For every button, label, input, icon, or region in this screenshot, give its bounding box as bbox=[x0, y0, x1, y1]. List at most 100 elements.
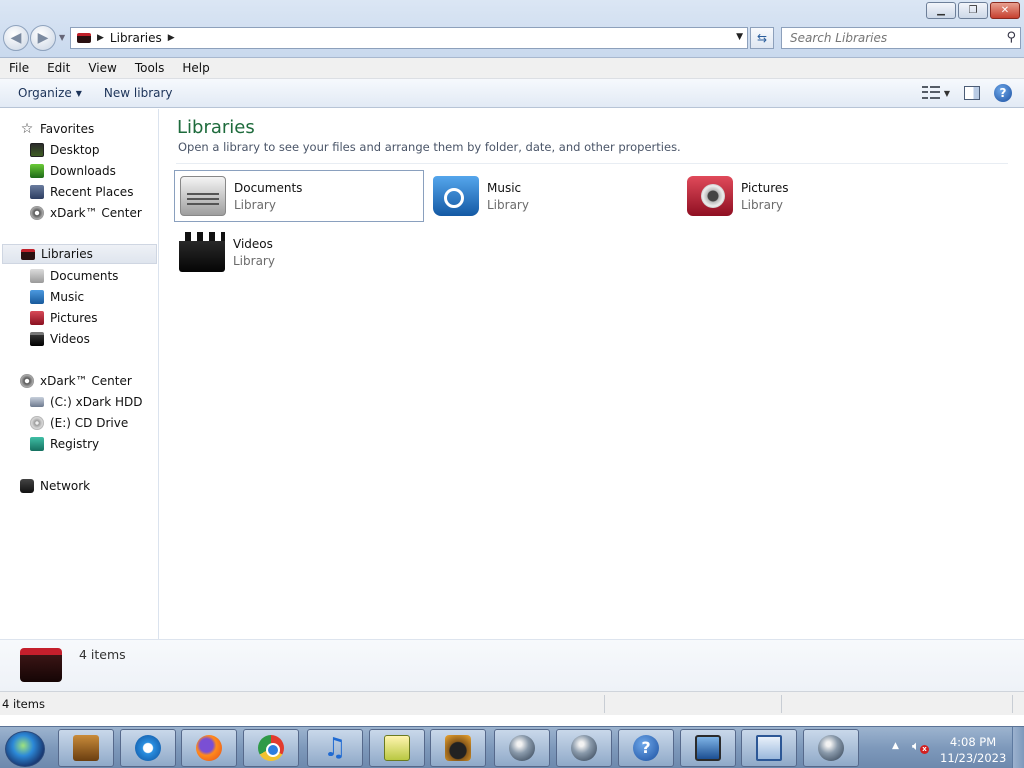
taskbar-chrome[interactable] bbox=[243, 729, 299, 767]
chevron-down-icon[interactable]: ▼ bbox=[944, 89, 950, 98]
nav-xdark-center-favorite[interactable]: xDark™ Center bbox=[30, 203, 142, 223]
taskbar-globe-app-2[interactable] bbox=[556, 729, 612, 767]
libraries-icon bbox=[77, 33, 91, 43]
details-pane: 4 items bbox=[0, 639, 1024, 691]
documents-library-icon bbox=[180, 176, 226, 216]
menu-file[interactable]: File bbox=[0, 61, 38, 75]
status-bar: 4 items bbox=[0, 691, 1024, 715]
status-divider bbox=[604, 695, 605, 713]
nav-documents[interactable]: Documents bbox=[30, 266, 118, 286]
library-pictures[interactable]: Pictures Library bbox=[682, 170, 932, 222]
restore-icon: ❐ bbox=[968, 5, 978, 16]
library-name: Pictures bbox=[741, 180, 789, 195]
library-type: Library bbox=[741, 197, 783, 212]
window-controls: ▁ ❐ ✕ bbox=[926, 2, 1020, 19]
nav-c-drive[interactable]: (C:) xDark HDD bbox=[30, 392, 143, 412]
library-name: Music bbox=[487, 180, 522, 195]
search-input[interactable] bbox=[782, 28, 992, 48]
new-library-button[interactable]: New library bbox=[100, 86, 191, 100]
taskbar-notepad[interactable] bbox=[369, 729, 425, 767]
nav-pictures[interactable]: Pictures bbox=[30, 308, 98, 328]
breadcrumb-chevron-icon[interactable]: ▶ bbox=[168, 33, 175, 43]
window-icon bbox=[756, 735, 782, 761]
nav-item-label: Downloads bbox=[50, 164, 116, 178]
xdark-center-icon bbox=[30, 206, 44, 220]
help-icon: ? bbox=[633, 735, 659, 761]
minimize-button[interactable]: ▁ bbox=[926, 2, 956, 19]
recent-pages-dropdown[interactable]: ▼ bbox=[59, 33, 65, 42]
navigation-pane: ☆ Favorites Desktop Downloads Recent Pla… bbox=[0, 109, 159, 639]
nav-music[interactable]: Music bbox=[30, 287, 84, 307]
resize-grip[interactable] bbox=[1012, 695, 1013, 713]
taskbar-globe-app-3[interactable] bbox=[803, 729, 859, 767]
taskbar-help[interactable]: ? bbox=[618, 729, 674, 767]
organize-button[interactable]: Organize ▼ bbox=[0, 86, 100, 100]
taskbar-globe-app-1[interactable] bbox=[494, 729, 550, 767]
back-button[interactable]: ◀ bbox=[3, 25, 29, 51]
nav-downloads[interactable]: Downloads bbox=[30, 161, 116, 181]
nav-item-label: Documents bbox=[50, 269, 119, 283]
breadcrumb-libraries[interactable]: Libraries bbox=[110, 31, 162, 45]
menu-edit[interactable]: Edit bbox=[38, 61, 79, 75]
nav-network[interactable]: Network bbox=[20, 476, 90, 496]
taskbar-window-app[interactable] bbox=[741, 729, 797, 767]
help-icon[interactable]: ? bbox=[994, 84, 1012, 102]
view-options-icon bbox=[921, 86, 940, 100]
globe-icon bbox=[509, 735, 535, 761]
library-music[interactable]: Music Library bbox=[428, 170, 678, 222]
library-videos[interactable]: Videos Library bbox=[174, 226, 424, 278]
nav-desktop[interactable]: Desktop bbox=[30, 140, 100, 160]
preview-pane-icon[interactable] bbox=[964, 86, 980, 100]
nav-xdark-center[interactable]: xDark™ Center bbox=[20, 371, 132, 391]
search-icon[interactable]: ⚲ bbox=[1006, 30, 1016, 45]
details-item-count: 4 items bbox=[79, 647, 126, 662]
nav-item-label: Registry bbox=[50, 437, 100, 451]
internet-explorer-icon bbox=[135, 735, 161, 761]
forward-button[interactable]: ▶ bbox=[30, 25, 56, 51]
taskbar-paint[interactable] bbox=[430, 729, 486, 767]
chrome-icon bbox=[258, 735, 284, 761]
music-icon bbox=[30, 290, 44, 304]
firefox-icon bbox=[196, 735, 222, 761]
show-desktop-button[interactable] bbox=[1012, 727, 1024, 768]
taskbar-internet-explorer[interactable] bbox=[120, 729, 176, 767]
change-view-button[interactable]: ▼ bbox=[921, 86, 950, 100]
taskbar-archive-app[interactable] bbox=[58, 729, 114, 767]
library-type: Library bbox=[233, 253, 275, 268]
search-box[interactable]: ⚲ bbox=[781, 27, 1021, 49]
breadcrumb-chevron-icon[interactable]: ▶ bbox=[97, 33, 104, 43]
taskbar-firefox[interactable] bbox=[181, 729, 237, 767]
refresh-button[interactable]: ⇆ bbox=[750, 27, 774, 49]
show-hidden-icons-button[interactable]: ▲ bbox=[892, 741, 899, 751]
menu-view[interactable]: View bbox=[79, 61, 125, 75]
nav-libraries[interactable]: Libraries bbox=[2, 244, 157, 264]
menu-help[interactable]: Help bbox=[173, 61, 218, 75]
menu-bar: File Edit View Tools Help bbox=[0, 58, 1024, 79]
restore-button[interactable]: ❐ bbox=[958, 2, 988, 19]
nav-item-label: (C:) xDark HDD bbox=[50, 395, 143, 409]
videos-library-icon bbox=[179, 232, 225, 272]
nav-recent-places[interactable]: Recent Places bbox=[30, 182, 133, 202]
address-history-dropdown[interactable]: ▼ bbox=[736, 32, 743, 42]
nav-e-drive[interactable]: (E:) CD Drive bbox=[30, 413, 128, 433]
close-button[interactable]: ✕ bbox=[990, 2, 1020, 19]
library-documents[interactable]: Documents Library bbox=[174, 170, 424, 222]
taskbar-music-player[interactable]: ♫ bbox=[307, 729, 363, 767]
menu-tools[interactable]: Tools bbox=[126, 61, 174, 75]
documents-icon bbox=[30, 269, 44, 283]
page-title: Libraries bbox=[177, 117, 255, 138]
speaker-icon[interactable]: 🔈︎ bbox=[912, 739, 920, 754]
address-bar[interactable]: ▶ Libraries ▶ ▼ bbox=[70, 27, 748, 49]
nav-videos[interactable]: Videos bbox=[30, 329, 90, 349]
taskbar-remote-desktop[interactable] bbox=[680, 729, 736, 767]
clock[interactable]: 4:08 PM 11/23/2023 bbox=[940, 734, 1006, 766]
nav-registry[interactable]: Registry bbox=[30, 434, 99, 454]
new-library-label: New library bbox=[103, 86, 173, 100]
libraries-large-icon bbox=[20, 648, 62, 682]
nav-favorites[interactable]: ☆ Favorites bbox=[20, 119, 95, 139]
nav-libraries-label: Libraries bbox=[41, 247, 93, 261]
nav-item-label: Desktop bbox=[50, 143, 100, 157]
start-button[interactable] bbox=[5, 731, 45, 767]
nav-favorites-label: Favorites bbox=[40, 122, 95, 136]
clock-date: 11/23/2023 bbox=[940, 751, 1007, 765]
